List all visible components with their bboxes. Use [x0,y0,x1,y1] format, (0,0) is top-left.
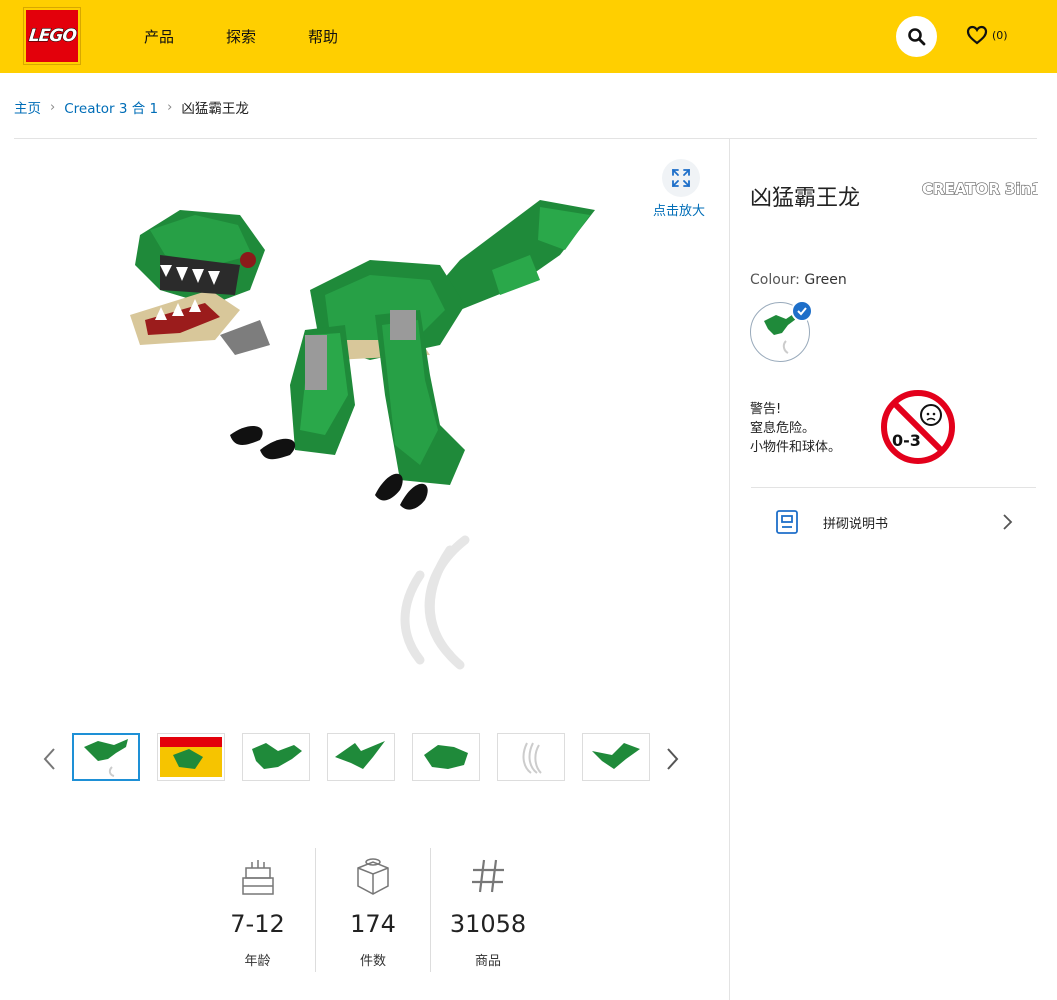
search-icon [907,27,925,45]
age-warning-sign-icon: 0-3 [881,390,955,464]
stat-item-value: 31058 [449,910,527,938]
nav-help[interactable]: 帮助 [308,26,338,47]
product-stats: 7-12 年龄 174 件数 31058 商品 [200,848,545,972]
svg-text:CREATOR 3in1: CREATOR 3in1 [922,180,1038,198]
thumbnail[interactable] [157,733,225,781]
instructions-book-icon [776,510,798,534]
check-icon [791,300,813,322]
thumbnail[interactable] [582,733,650,781]
thumbnail[interactable] [72,733,140,781]
nav-products[interactable]: 产品 [144,26,174,47]
choking-warning: 警告! 窒息危险。 小物件和球体。 [750,402,842,455]
expand-icon [672,169,690,187]
breadcrumb-current: 凶猛霸王龙 [181,101,249,117]
search-button[interactable] [896,16,937,57]
hash-icon [472,859,504,893]
thumbnail[interactable] [242,733,310,781]
thumbnail[interactable] [327,733,395,781]
building-instructions-link[interactable]: 拼砌说明书 [751,498,1036,546]
product-image[interactable] [120,195,600,675]
breadcrumb: 主页 › Creator 3 合 1 › 凶猛霸王龙 [14,97,249,118]
chevron-right-icon[interactable] [662,745,682,773]
cake-icon [241,860,274,895]
stat-age-label: 年龄 [244,954,271,969]
stat-item-label: 商品 [474,954,501,969]
stat-age: 7-12 年龄 [200,848,315,972]
chevron-right-icon [1003,514,1013,530]
zoom-label[interactable]: 点击放大 [653,200,705,219]
breadcrumb-home[interactable]: 主页 [14,97,41,117]
divider [729,139,730,1000]
age-warning-text: 0-3 [892,431,921,450]
colour-value: Green [804,272,847,288]
instructions-label: 拼砌说明书 [823,516,889,532]
heart-icon [966,25,988,45]
stat-item: 31058 商品 [430,848,545,972]
stat-pieces-label: 件数 [359,954,386,969]
wishlist-count: (0) [992,28,1008,42]
thumbnail[interactable] [497,733,565,781]
divider [14,138,1037,139]
zoom-button[interactable] [662,159,700,197]
thumbnail[interactable] [412,733,480,781]
colour-label: Colour: Green [750,272,847,288]
nav-explore[interactable]: 探索 [226,26,256,47]
breadcrumb-category[interactable]: Creator 3 合 1 [64,97,158,117]
thumbnail-strip [72,733,650,781]
product-title: 凶猛霸王龙 [750,186,861,211]
brick-icon [357,858,389,895]
creator-3in1-logo: CREATOR 3in1 [922,179,1038,198]
stat-age-value: 7-12 [230,910,285,938]
chevron-right-icon: › [167,99,173,115]
stat-pieces: 174 件数 [315,848,430,972]
wishlist-button[interactable]: (0) [966,25,1008,45]
stat-pieces-value: 174 [350,910,396,938]
divider [751,487,1036,488]
lego-logo[interactable]: LEGO [23,7,81,65]
chevron-left-icon[interactable] [40,745,60,773]
chevron-right-icon: › [50,99,56,115]
site-header: LEGO 产品 探索 帮助 (0) [0,0,1057,73]
